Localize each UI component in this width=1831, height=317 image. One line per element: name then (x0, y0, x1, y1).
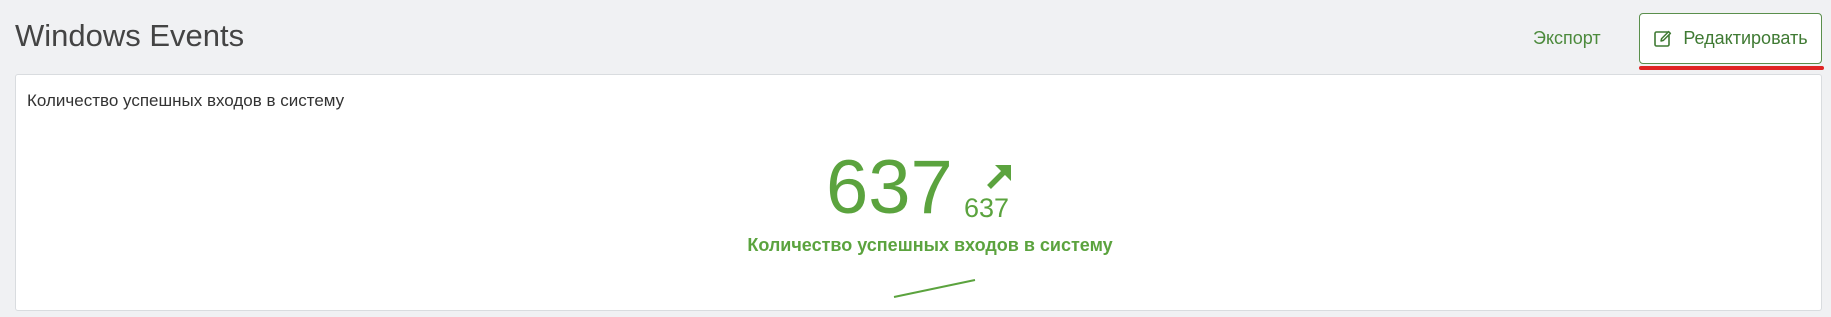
sparkline (893, 279, 976, 298)
page-title: Windows Events (15, 18, 245, 53)
highlight-underline (1639, 66, 1824, 70)
metric-widget: Количество успешных входов в систему 637… (15, 74, 1822, 311)
edit-button-label: Редактировать (1683, 28, 1808, 48)
widget-title: Количество успешных входов в систему (27, 91, 345, 110)
metric-caption: Количество успешных входов в систему (747, 235, 1113, 255)
edit-button[interactable]: Редактировать (1639, 13, 1822, 64)
export-link[interactable]: Экспорт (1533, 28, 1601, 49)
trend-value: 637 (964, 193, 1010, 223)
dashboard-page: Windows Events Экспорт Редактировать Кол… (0, 0, 1831, 317)
arrow-up-right-icon (984, 161, 1014, 191)
metric-value: 637 (826, 145, 953, 230)
edit-icon (1653, 29, 1673, 49)
